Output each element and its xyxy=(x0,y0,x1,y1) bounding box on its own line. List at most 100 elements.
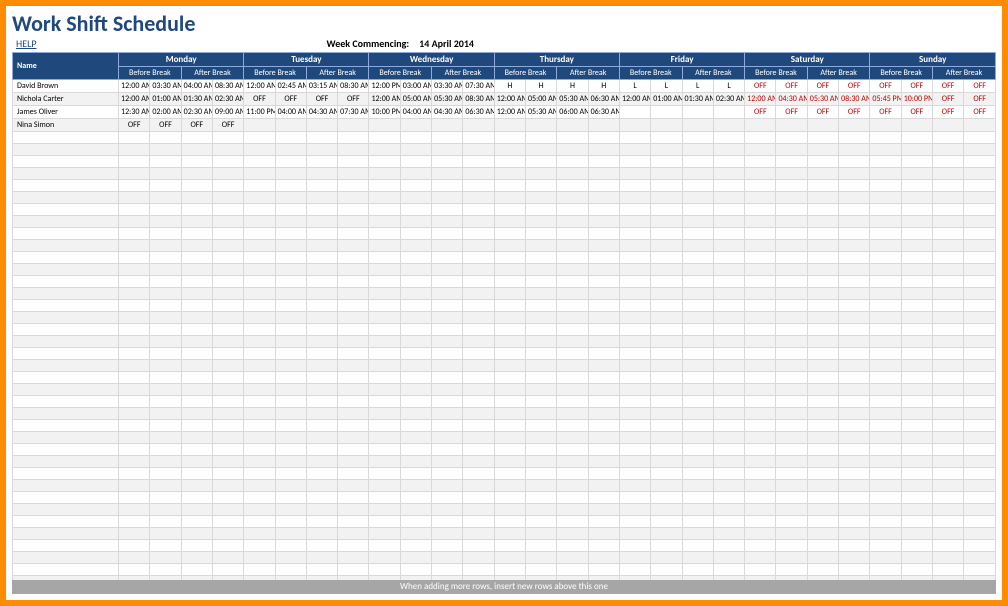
shift-cell[interactable] xyxy=(463,540,494,552)
shift-cell[interactable] xyxy=(932,444,963,456)
shift-cell[interactable] xyxy=(400,348,431,360)
shift-cell[interactable] xyxy=(557,552,588,564)
employee-name[interactable] xyxy=(13,204,119,216)
shift-cell[interactable] xyxy=(619,180,650,192)
shift-cell[interactable] xyxy=(588,240,619,252)
shift-cell[interactable] xyxy=(651,408,682,420)
shift-cell[interactable] xyxy=(901,444,932,456)
shift-cell[interactable] xyxy=(244,312,275,324)
shift-cell[interactable] xyxy=(619,360,650,372)
shift-cell[interactable] xyxy=(275,540,306,552)
shift-cell[interactable] xyxy=(901,119,932,132)
shift-cell[interactable] xyxy=(651,264,682,276)
shift-cell[interactable]: 06:30 AM xyxy=(588,93,619,106)
shift-cell[interactable] xyxy=(338,132,369,144)
shift-cell[interactable] xyxy=(463,504,494,516)
shift-cell[interactable] xyxy=(713,492,744,504)
shift-cell[interactable] xyxy=(807,528,838,540)
shift-cell[interactable] xyxy=(964,204,996,216)
shift-cell[interactable] xyxy=(212,444,243,456)
shift-cell[interactable] xyxy=(275,492,306,504)
shift-cell[interactable] xyxy=(400,132,431,144)
shift-cell[interactable] xyxy=(901,372,932,384)
shift-cell[interactable] xyxy=(432,552,463,564)
shift-cell[interactable]: L xyxy=(651,80,682,93)
employee-name[interactable] xyxy=(13,480,119,492)
shift-cell[interactable] xyxy=(275,348,306,360)
shift-cell[interactable] xyxy=(119,420,150,432)
shift-cell[interactable] xyxy=(839,408,870,420)
shift-cell[interactable] xyxy=(369,240,400,252)
shift-cell[interactable] xyxy=(776,444,807,456)
shift-cell[interactable] xyxy=(745,276,776,288)
shift-cell[interactable] xyxy=(588,312,619,324)
shift-cell[interactable] xyxy=(932,564,963,576)
shift-cell[interactable] xyxy=(244,420,275,432)
shift-cell[interactable] xyxy=(839,456,870,468)
shift-cell[interactable] xyxy=(682,324,713,336)
shift-cell[interactable] xyxy=(432,156,463,168)
shift-cell[interactable]: 02:30 AM xyxy=(713,93,744,106)
shift-cell[interactable] xyxy=(400,528,431,540)
shift-cell[interactable] xyxy=(713,324,744,336)
shift-cell[interactable] xyxy=(932,384,963,396)
shift-cell[interactable] xyxy=(212,420,243,432)
shift-cell[interactable] xyxy=(369,156,400,168)
shift-cell[interactable] xyxy=(651,384,682,396)
shift-cell[interactable] xyxy=(870,312,901,324)
shift-cell[interactable] xyxy=(682,420,713,432)
shift-cell[interactable] xyxy=(306,204,337,216)
shift-cell[interactable] xyxy=(870,552,901,564)
shift-cell[interactable] xyxy=(901,420,932,432)
shift-cell[interactable] xyxy=(526,528,557,540)
shift-cell[interactable]: 05:00 AM xyxy=(526,93,557,106)
shift-cell[interactable] xyxy=(150,132,181,144)
shift-cell[interactable] xyxy=(526,288,557,300)
shift-cell[interactable] xyxy=(150,288,181,300)
shift-cell[interactable] xyxy=(463,420,494,432)
shift-cell[interactable] xyxy=(776,528,807,540)
shift-cell[interactable] xyxy=(870,420,901,432)
shift-cell[interactable] xyxy=(275,216,306,228)
shift-cell[interactable] xyxy=(745,240,776,252)
shift-cell[interactable] xyxy=(212,348,243,360)
shift-cell[interactable] xyxy=(557,420,588,432)
shift-cell[interactable] xyxy=(557,168,588,180)
shift-cell[interactable] xyxy=(619,492,650,504)
shift-cell[interactable] xyxy=(745,132,776,144)
shift-cell[interactable] xyxy=(870,480,901,492)
shift-cell[interactable] xyxy=(212,252,243,264)
shift-cell[interactable] xyxy=(432,348,463,360)
shift-cell[interactable] xyxy=(119,360,150,372)
shift-cell[interactable] xyxy=(776,240,807,252)
shift-cell[interactable] xyxy=(964,288,996,300)
shift-cell[interactable] xyxy=(932,180,963,192)
shift-cell[interactable] xyxy=(807,192,838,204)
shift-cell[interactable] xyxy=(212,432,243,444)
shift-cell[interactable] xyxy=(807,336,838,348)
shift-cell[interactable] xyxy=(212,504,243,516)
shift-cell[interactable] xyxy=(338,168,369,180)
shift-cell[interactable] xyxy=(588,288,619,300)
shift-cell[interactable] xyxy=(244,156,275,168)
shift-cell[interactable] xyxy=(212,468,243,480)
shift-cell[interactable] xyxy=(964,192,996,204)
shift-cell[interactable]: 03:15 AM xyxy=(306,80,337,93)
shift-cell[interactable] xyxy=(400,432,431,444)
shift-cell[interactable] xyxy=(651,300,682,312)
shift-cell[interactable] xyxy=(839,528,870,540)
shift-cell[interactable] xyxy=(964,480,996,492)
shift-cell[interactable] xyxy=(745,468,776,480)
shift-cell[interactable] xyxy=(119,240,150,252)
shift-cell[interactable] xyxy=(557,372,588,384)
shift-cell[interactable] xyxy=(745,516,776,528)
shift-cell[interactable] xyxy=(807,444,838,456)
shift-cell[interactable] xyxy=(369,432,400,444)
shift-cell[interactable] xyxy=(682,468,713,480)
shift-cell[interactable] xyxy=(338,528,369,540)
shift-cell[interactable] xyxy=(870,168,901,180)
shift-cell[interactable] xyxy=(463,528,494,540)
shift-cell[interactable] xyxy=(212,528,243,540)
shift-cell[interactable] xyxy=(839,144,870,156)
shift-cell[interactable] xyxy=(964,540,996,552)
